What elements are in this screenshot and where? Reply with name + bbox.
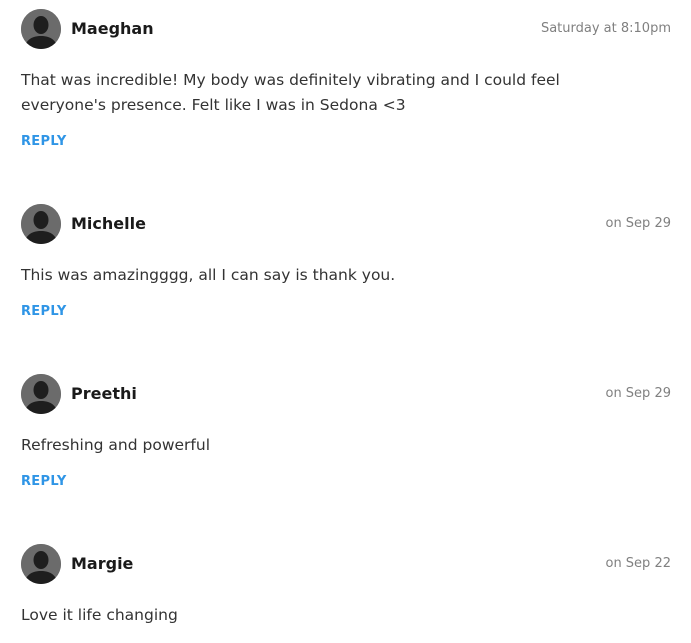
comment-timestamp: Saturday at 8:10pm: [540, 21, 671, 36]
comment-text: Refreshing and powerful: [21, 436, 211, 454]
comment-item: Margie on Sep 22 Love it life changing: [21, 544, 671, 628]
comment-item: Maeghan Saturday at 8:10pm That was incr…: [21, 9, 671, 150]
person-silhouette-icon: [21, 544, 61, 584]
avatar[interactable]: [21, 204, 61, 244]
person-silhouette-icon: [21, 374, 61, 414]
comment-timestamp: on Sep 22: [605, 556, 671, 571]
comment-timestamp: on Sep 29: [605, 216, 671, 231]
comment-header: Maeghan Saturday at 8:10pm: [21, 9, 671, 49]
comment-item: Michelle on Sep 29 This was amazingggg, …: [21, 204, 671, 320]
comment-item: Preethi on Sep 29 Refreshing and powerfu…: [21, 374, 671, 490]
comment-text: That was incredible! My body was definit…: [21, 71, 560, 114]
person-silhouette-icon: [21, 204, 61, 244]
comment-header: Margie on Sep 22: [21, 544, 671, 584]
comment-text: This was amazingggg, all I can say is th…: [21, 266, 396, 284]
comment-author[interactable]: Maeghan: [71, 18, 154, 40]
reply-button[interactable]: REPLY: [21, 474, 67, 490]
comment-text: Love it life changing: [21, 606, 178, 624]
comment-timestamp: on Sep 29: [605, 386, 671, 401]
comment-header: Preethi on Sep 29: [21, 374, 671, 414]
avatar[interactable]: [21, 374, 61, 414]
comment-header: Michelle on Sep 29: [21, 204, 671, 244]
person-silhouette-icon: [21, 9, 61, 49]
reply-button[interactable]: REPLY: [21, 304, 67, 320]
comment-author[interactable]: Margie: [71, 553, 133, 575]
avatar[interactable]: [21, 544, 61, 584]
comment-author[interactable]: Michelle: [71, 213, 146, 235]
comment-author[interactable]: Preethi: [71, 383, 137, 405]
avatar[interactable]: [21, 9, 61, 49]
reply-button[interactable]: REPLY: [21, 134, 67, 150]
